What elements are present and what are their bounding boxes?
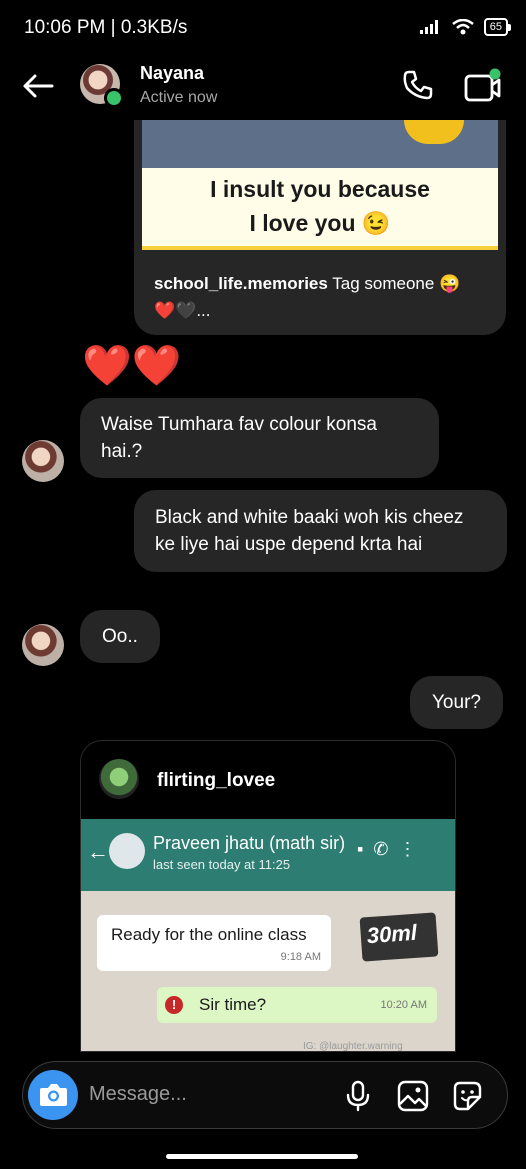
wa-back-icon: ← <box>87 839 109 864</box>
wa-message-text: Sir time? <box>199 995 267 1014</box>
signal-icon <box>419 20 438 34</box>
sticker-icon[interactable] <box>450 1079 484 1113</box>
wa-message-time: 9:18 AM <box>280 951 321 963</box>
battery-indicator: 65 <box>483 18 512 36</box>
contact-status: Active now <box>140 89 218 106</box>
hearts-emoji-message[interactable]: ❤️❤️ <box>82 344 182 388</box>
wa-last-seen: last seen today at 11:25 <box>153 857 291 872</box>
wa-message-text: Ready for the online class <box>111 925 307 944</box>
contact-avatar-small[interactable] <box>22 624 64 666</box>
gallery-icon[interactable] <box>397 1080 429 1112</box>
wa-sticker-text: 30ml <box>365 919 418 949</box>
status-time: 10:06 PM | 0.3KB/s <box>24 17 188 38</box>
wa-message-time: 10:20 AM <box>380 999 427 1011</box>
post-username[interactable]: school_life.memories <box>154 274 328 293</box>
status-bar: 10:06 PM | 0.3KB/s 65 <box>0 0 526 54</box>
microphone-icon[interactable] <box>343 1080 373 1112</box>
post-image-border <box>142 246 498 250</box>
chat-header: Nayana Active now <box>0 54 526 120</box>
contact-avatar-small[interactable] <box>22 440 64 482</box>
shared-post-card[interactable]: flirting_lovee ← Praveen jhatu (math sir… <box>80 740 456 1052</box>
wa-error-icon: ! <box>165 996 183 1014</box>
wa-avatar <box>109 833 145 869</box>
caption-line-2: I love you 😉 <box>249 210 391 236</box>
message-composer <box>22 1061 508 1129</box>
video-call-icon[interactable] <box>463 67 503 105</box>
wa-contact-name: Praveen jhatu (math sir) <box>153 833 346 853</box>
post-text-2: ❤️🖤... <box>154 301 211 320</box>
message-input[interactable] <box>89 1083 329 1106</box>
caption-line-1: I insult you because <box>210 176 430 202</box>
wifi-icon <box>451 19 474 35</box>
wa-message: Ready for the online class 9:18 AM <box>97 915 331 971</box>
image-watermark: IG: @laughter.warning <box>303 1041 403 1051</box>
post-text: Tag someone 😜 <box>327 274 461 293</box>
camera-icon <box>40 1084 67 1106</box>
post-image-caption: I insult you because I love you 😉 <box>142 172 498 240</box>
back-arrow-icon[interactable] <box>20 68 56 104</box>
online-indicator <box>104 88 124 108</box>
phone-call-icon[interactable] <box>401 68 435 102</box>
post-username[interactable]: flirting_lovee <box>157 770 275 792</box>
post-image: ← Praveen jhatu (math sir) last seen tod… <box>81 819 455 1051</box>
shared-post-card[interactable]: I insult you because I love you 😉 school… <box>134 120 506 335</box>
post-author-avatar[interactable] <box>99 759 139 799</box>
wa-sticker: 30ml <box>359 912 439 962</box>
status-icons: 65 <box>419 18 512 36</box>
sent-message[interactable]: Your? <box>410 676 503 729</box>
received-message[interactable]: Oo.. <box>80 610 160 663</box>
home-indicator[interactable] <box>166 1154 358 1159</box>
wa-message: ! Sir time? 10:20 AM <box>157 987 437 1023</box>
post-caption: school_life.memories Tag someone 😜 ❤️🖤..… <box>154 270 494 324</box>
post-image: I insult you because I love you 😉 <box>142 120 498 250</box>
contact-name[interactable]: Nayana <box>140 63 204 84</box>
received-message[interactable]: Waise Tumhara fav colour konsa hai.? <box>80 398 439 478</box>
whatsapp-header: ← Praveen jhatu (math sir) last seen tod… <box>81 819 455 891</box>
sent-message[interactable]: Black and white baaki woh kis cheez ke l… <box>134 490 507 572</box>
camera-button[interactable] <box>28 1070 78 1120</box>
wa-call-icons: ▪✆⋮ <box>357 839 427 859</box>
